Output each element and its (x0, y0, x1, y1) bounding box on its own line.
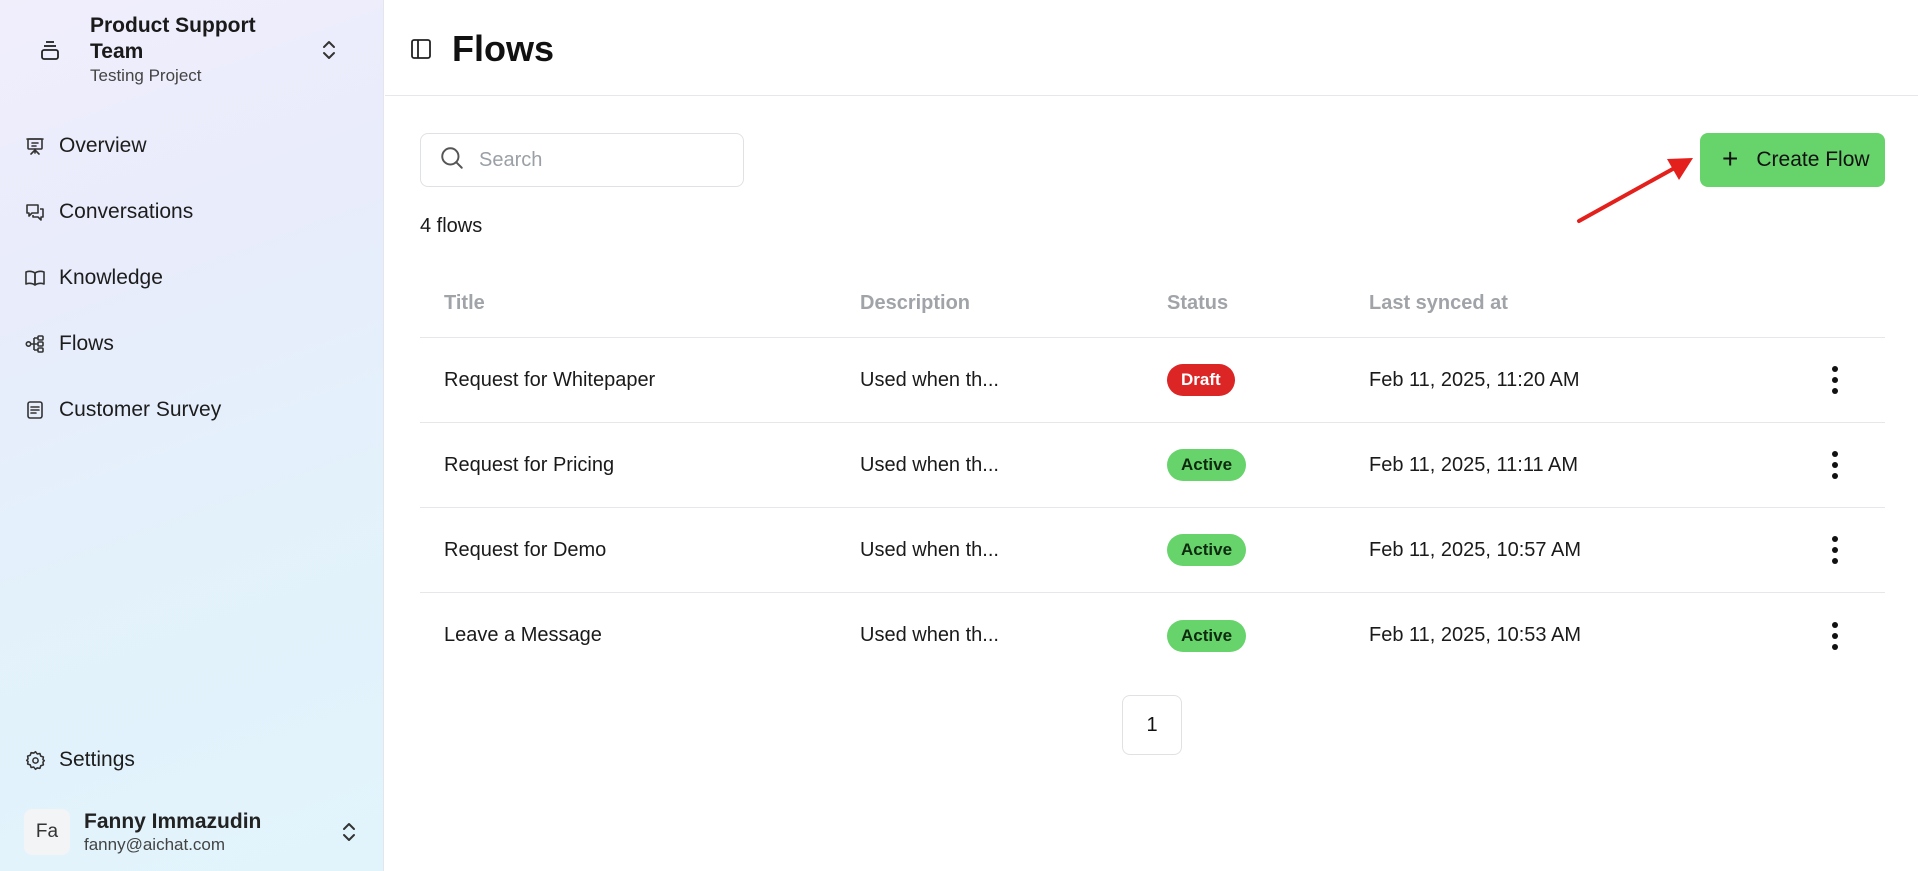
sidebar-item-knowledge[interactable]: Knowledge (24, 245, 364, 311)
chevron-up-down-icon (314, 39, 344, 61)
chat-bubbles-icon (24, 201, 46, 223)
column-header-last-synced[interactable]: Last synced at (1369, 292, 1785, 315)
pagination-page-button[interactable]: 1 (1122, 695, 1182, 755)
last-synced: Feb 11, 2025, 11:20 AM (1369, 368, 1580, 391)
workflow-icon (24, 333, 46, 355)
table-row[interactable]: Request for Pricing Used when th... Acti… (420, 423, 1885, 508)
sidebar-item-label: Knowledge (59, 266, 163, 289)
search-box[interactable] (420, 133, 744, 187)
project-name: Testing Project (90, 66, 202, 85)
flows-count: 4 flows (420, 215, 483, 237)
avatar: Fa (24, 809, 70, 855)
more-options-icon[interactable] (1820, 616, 1850, 656)
flow-title[interactable]: Request for Demo (420, 539, 860, 562)
book-open-icon (24, 267, 46, 289)
team-switcher[interactable]: Product Support Team Testing Project (24, 14, 344, 85)
search-icon (439, 145, 465, 176)
more-options-icon[interactable] (1820, 360, 1850, 400)
user-name: Fanny Immazudin (84, 809, 262, 833)
create-flow-button[interactable]: + Create Flow (1700, 133, 1885, 187)
sidebar-item-conversations[interactable]: Conversations (24, 179, 364, 245)
sidebar-item-label: Customer Survey (59, 398, 222, 421)
flows-table: Title Description Status Last synced at … (420, 270, 1885, 678)
table-row[interactable]: Leave a Message Used when th... Active F… (420, 593, 1885, 678)
sidebar-toggle-icon[interactable] (409, 37, 433, 61)
last-synced: Feb 11, 2025, 10:53 AM (1369, 624, 1582, 646)
create-flow-label: Create Flow (1756, 148, 1870, 171)
search-input[interactable] (479, 148, 719, 172)
flow-title[interactable]: Leave a Message (420, 624, 860, 647)
stack-icon (24, 39, 76, 61)
sidebar-item-customer-survey[interactable]: Customer Survey (24, 377, 364, 443)
last-synced: Feb 11, 2025, 11:11 AM (1369, 453, 1579, 476)
status-badge: Active (1167, 619, 1247, 652)
flow-title[interactable]: Request for Whitepaper (420, 369, 860, 392)
user-email: fanny@aichat.com (84, 834, 226, 854)
user-menu[interactable]: Fa Fanny Immazudin fanny@aichat.com (24, 801, 364, 863)
column-header-description[interactable]: Description (860, 292, 1167, 315)
column-header-status[interactable]: Status (1167, 292, 1369, 315)
team-name: Product Support Team (90, 14, 256, 63)
sidebar: Product Support Team Testing Project Ove… (0, 0, 384, 871)
flow-description: Used when th... (860, 368, 999, 391)
sidebar-item-flows[interactable]: Flows (24, 311, 364, 377)
last-synced: Feb 11, 2025, 10:57 AM (1369, 538, 1582, 561)
annotation-arrow (1577, 158, 1693, 223)
page-title: Flows (452, 28, 555, 69)
survey-icon (24, 399, 46, 421)
sidebar-item-settings[interactable]: Settings (24, 727, 135, 793)
flow-description: Used when th... (860, 624, 999, 646)
flow-title[interactable]: Request for Pricing (420, 454, 860, 477)
more-options-icon[interactable] (1820, 445, 1850, 485)
sidebar-item-label: Flows (59, 332, 114, 355)
table-row[interactable]: Request for Whitepaper Used when th... D… (420, 338, 1885, 423)
more-options-icon[interactable] (1820, 530, 1850, 570)
presentation-icon (24, 135, 46, 157)
settings-label: Settings (59, 748, 135, 771)
table-row[interactable]: Request for Demo Used when th... Active … (420, 508, 1885, 593)
chevron-up-down-icon (334, 821, 364, 843)
page-header: Flows (385, 0, 1918, 96)
status-badge: Draft (1167, 364, 1235, 396)
flow-description: Used when th... (860, 538, 999, 561)
flow-description: Used when th... (860, 453, 999, 476)
status-badge: Active (1167, 449, 1247, 481)
plus-icon: + (1722, 142, 1739, 174)
table-header: Title Description Status Last synced at (420, 270, 1885, 338)
sidebar-item-overview[interactable]: Overview (24, 113, 364, 179)
sidebar-item-label: Conversations (59, 200, 194, 223)
status-badge: Active (1167, 534, 1247, 566)
column-header-title[interactable]: Title (420, 292, 860, 315)
gear-icon (24, 749, 46, 771)
sidebar-item-label: Overview (59, 134, 147, 157)
sidebar-nav: Overview Conversations Knowledge Flows C… (24, 113, 364, 443)
